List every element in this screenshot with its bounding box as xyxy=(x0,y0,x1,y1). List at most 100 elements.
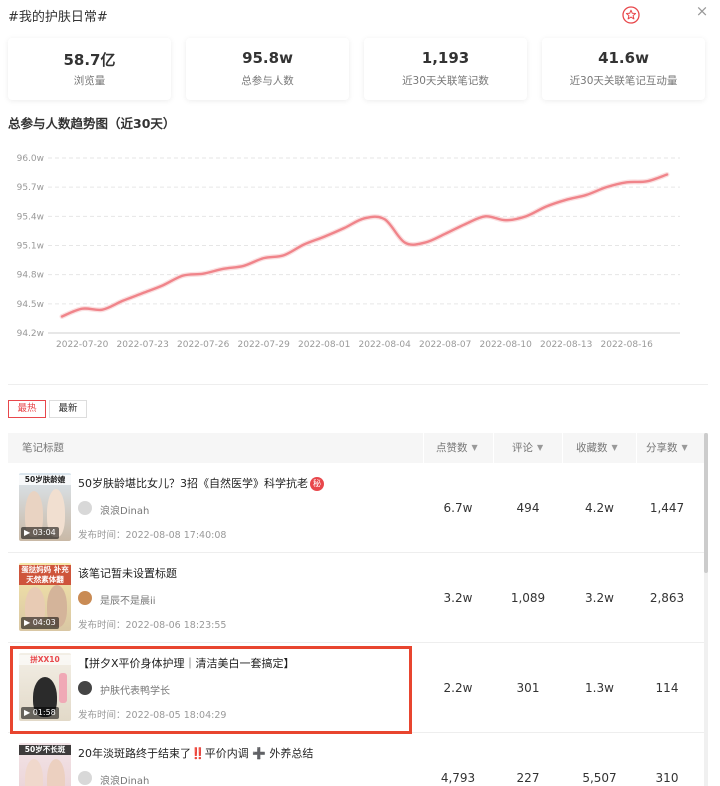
stats-cards: 58.7亿 浏览量 95.8w 总参与人数 1,193 近30天关联笔记数 41… xyxy=(8,38,708,100)
y-tick-label: 96.0w xyxy=(17,154,44,164)
shares-count: 310 xyxy=(655,771,679,785)
note-title[interactable]: 20年淡斑路终于结束了‼️平价内调 ➕ 外养总结 xyxy=(78,745,313,761)
publish-time-value: 2022-08-06 18:23:55 xyxy=(125,620,227,631)
note-title[interactable]: 【拼夕X平价身体护理｜清洁美白一套搞定】 xyxy=(78,655,295,671)
video-duration: ▶ 04:03 xyxy=(21,617,59,629)
stat-value: 95.8w xyxy=(242,49,293,67)
collects-count: 1.3w xyxy=(585,681,614,695)
column-header-label: 点赞数 xyxy=(436,442,468,454)
participants-trend-chart: 94.2w 94.5w 94.8w 95.1w 95.4w 95.7w 96.0w 2022-… xyxy=(17,154,680,350)
video-duration-text: 04:03 xyxy=(32,618,56,627)
y-tick-label: 94.2w xyxy=(17,329,44,339)
tab-hottest[interactable]: 最热 xyxy=(8,400,46,418)
thumbnail-caption: 50岁不长斑 xyxy=(19,745,71,755)
stat-label: 总参与人数 xyxy=(241,75,294,87)
thumbnail-figure xyxy=(25,759,43,786)
x-tick-label: 2022-08-07 xyxy=(419,340,471,350)
sort-caret-icon: ▼ xyxy=(681,443,688,452)
sort-caret-icon: ▼ xyxy=(611,443,618,452)
author-name: 护肤代表鸭学长 xyxy=(100,686,170,697)
publish-time: 发布时间：2022-08-08 17:40:08 xyxy=(78,527,226,541)
secret-badge: 秘 xyxy=(310,477,324,491)
stat-label: 浏览量 xyxy=(73,75,106,87)
table-header: 笔记标题 点赞数 ▼ 评论 ▼ 收藏数 ▼ 分享数 ▼ xyxy=(8,433,708,463)
column-header-collects[interactable]: 收藏数 ▼ xyxy=(576,433,618,463)
table-row[interactable]: 拼XX10 ▶ 01:58 【拼夕X平价身体护理｜清洁美白一套搞定】 护肤代表鸭… xyxy=(8,643,708,733)
table-row[interactable]: 50岁肤龄媲 ▶ 03:04 50岁肤龄堪比女儿？3招《自然医学》科学抗老秘 浪… xyxy=(8,463,708,553)
column-divider xyxy=(423,433,424,463)
thumbnail-caption: 50岁肤龄媲 xyxy=(19,475,71,485)
y-tick-label: 94.5w xyxy=(17,300,44,310)
column-header-likes[interactable]: 点赞数 ▼ xyxy=(436,433,478,463)
stat-card-interactions: 41.6w 近30天关联笔记互动量 xyxy=(542,38,705,100)
publish-time: 发布时间：2022-08-06 18:23:55 xyxy=(78,617,226,631)
thumbnail-figure xyxy=(59,673,67,703)
avatar xyxy=(78,681,92,695)
trend-chart-title: 总参与人数趋势图（近30天） xyxy=(8,116,176,131)
avatar xyxy=(78,591,92,605)
stat-card-participants: 95.8w 总参与人数 xyxy=(186,38,349,100)
stat-card-notes: 1,193 近30天关联笔记数 xyxy=(364,38,527,100)
column-header-shares[interactable]: 分享数 ▼ xyxy=(646,433,688,463)
note-thumbnail[interactable]: 50岁肤龄媲 ▶ 03:04 xyxy=(19,473,71,541)
collects-count: 5,507 xyxy=(582,771,617,785)
shares-count: 114 xyxy=(655,681,679,695)
table-row[interactable]: 蛋挞妈妈 补充天然素体翻 ▶ 04:03 该笔记暂未设置标题 是辰不是晨ii 发… xyxy=(8,553,708,643)
table-scrollbar[interactable] xyxy=(704,433,708,786)
publish-time-value: 2022-08-08 17:40:08 xyxy=(125,530,227,541)
divider xyxy=(8,384,708,385)
video-duration-text: 03:04 xyxy=(32,528,56,537)
comments-count: 301 xyxy=(516,681,540,695)
tab-latest[interactable]: 最新 xyxy=(49,400,87,418)
x-tick-label: 2022-08-16 xyxy=(601,340,654,350)
author-name: 是辰不是晨ii xyxy=(100,596,156,607)
publish-time-prefix: 发布时间： xyxy=(78,710,126,721)
column-header-comments[interactable]: 评论 ▼ xyxy=(512,433,543,463)
scrollbar-thumb[interactable] xyxy=(704,433,708,573)
y-tick-label: 95.1w xyxy=(17,242,44,252)
note-thumbnail[interactable]: 蛋挞妈妈 补充天然素体翻 ▶ 04:03 xyxy=(19,563,71,631)
video-duration-text: 01:58 xyxy=(32,708,56,717)
column-divider xyxy=(636,433,637,463)
note-thumbnail[interactable]: 拼XX10 ▶ 01:58 xyxy=(19,653,71,721)
x-tick-label: 2022-08-04 xyxy=(359,340,412,350)
star-circle-icon[interactable] xyxy=(622,6,640,24)
video-duration: ▶ 01:58 xyxy=(21,707,59,719)
note-title[interactable]: 50岁肤龄堪比女儿？3招《自然医学》科学抗老秘 xyxy=(78,475,324,491)
close-icon[interactable]: × xyxy=(694,2,710,20)
avatar xyxy=(78,501,92,515)
column-header-label: 收藏数 xyxy=(576,442,608,454)
y-tick-label: 95.4w xyxy=(17,212,44,222)
stat-label: 近30天关联笔记互动量 xyxy=(569,75,678,87)
x-tick-label: 2022-07-29 xyxy=(238,340,291,350)
collects-count: 4.2w xyxy=(585,501,614,515)
note-title-text: 50岁肤龄堪比女儿？3招《自然医学》科学抗老 xyxy=(78,477,308,490)
x-tick-label: 2022-08-01 xyxy=(298,340,350,350)
publish-time-prefix: 发布时间： xyxy=(78,530,126,541)
thumbnail-caption: 拼XX10 xyxy=(19,655,71,665)
column-divider xyxy=(493,433,494,463)
publish-time-value: 2022-08-05 18:04:29 xyxy=(125,710,227,721)
y-tick-label: 95.7w xyxy=(17,183,44,193)
author-name: 浪浪Dinah xyxy=(100,776,150,786)
comments-count: 1,089 xyxy=(510,591,546,605)
column-header-label: 分享数 xyxy=(646,442,678,454)
table-row[interactable]: 50岁不长斑 20年淡斑路终于结束了‼️平价内调 ➕ 外养总结 浪浪Dinah … xyxy=(8,733,708,786)
stat-label: 近30天关联笔记数 xyxy=(402,75,489,87)
column-header-label: 评论 xyxy=(512,442,533,454)
stat-card-views: 58.7亿 浏览量 xyxy=(8,38,171,100)
thumbnail-caption: 蛋挞妈妈 补充天然素体翻 xyxy=(19,565,71,585)
publish-time: 发布时间：2022-08-05 18:04:29 xyxy=(78,707,226,721)
note-thumbnail[interactable]: 50岁不长斑 xyxy=(19,743,71,786)
note-title[interactable]: 该笔记暂未设置标题 xyxy=(78,565,177,581)
column-divider xyxy=(562,433,563,463)
publish-time-prefix: 发布时间： xyxy=(78,620,126,631)
video-duration: ▶ 03:04 xyxy=(21,527,59,539)
avatar xyxy=(78,771,92,785)
sort-caret-icon: ▼ xyxy=(471,443,478,452)
x-tick-label: 2022-07-23 xyxy=(117,340,169,350)
likes-count: 6.7w xyxy=(443,501,473,515)
notes-table: 50岁肤龄媲 ▶ 03:04 50岁肤龄堪比女儿？3招《自然医学》科学抗老秘 浪… xyxy=(8,463,708,786)
likes-count: 4,793 xyxy=(440,771,476,785)
author-name: 浪浪Dinah xyxy=(100,506,150,517)
